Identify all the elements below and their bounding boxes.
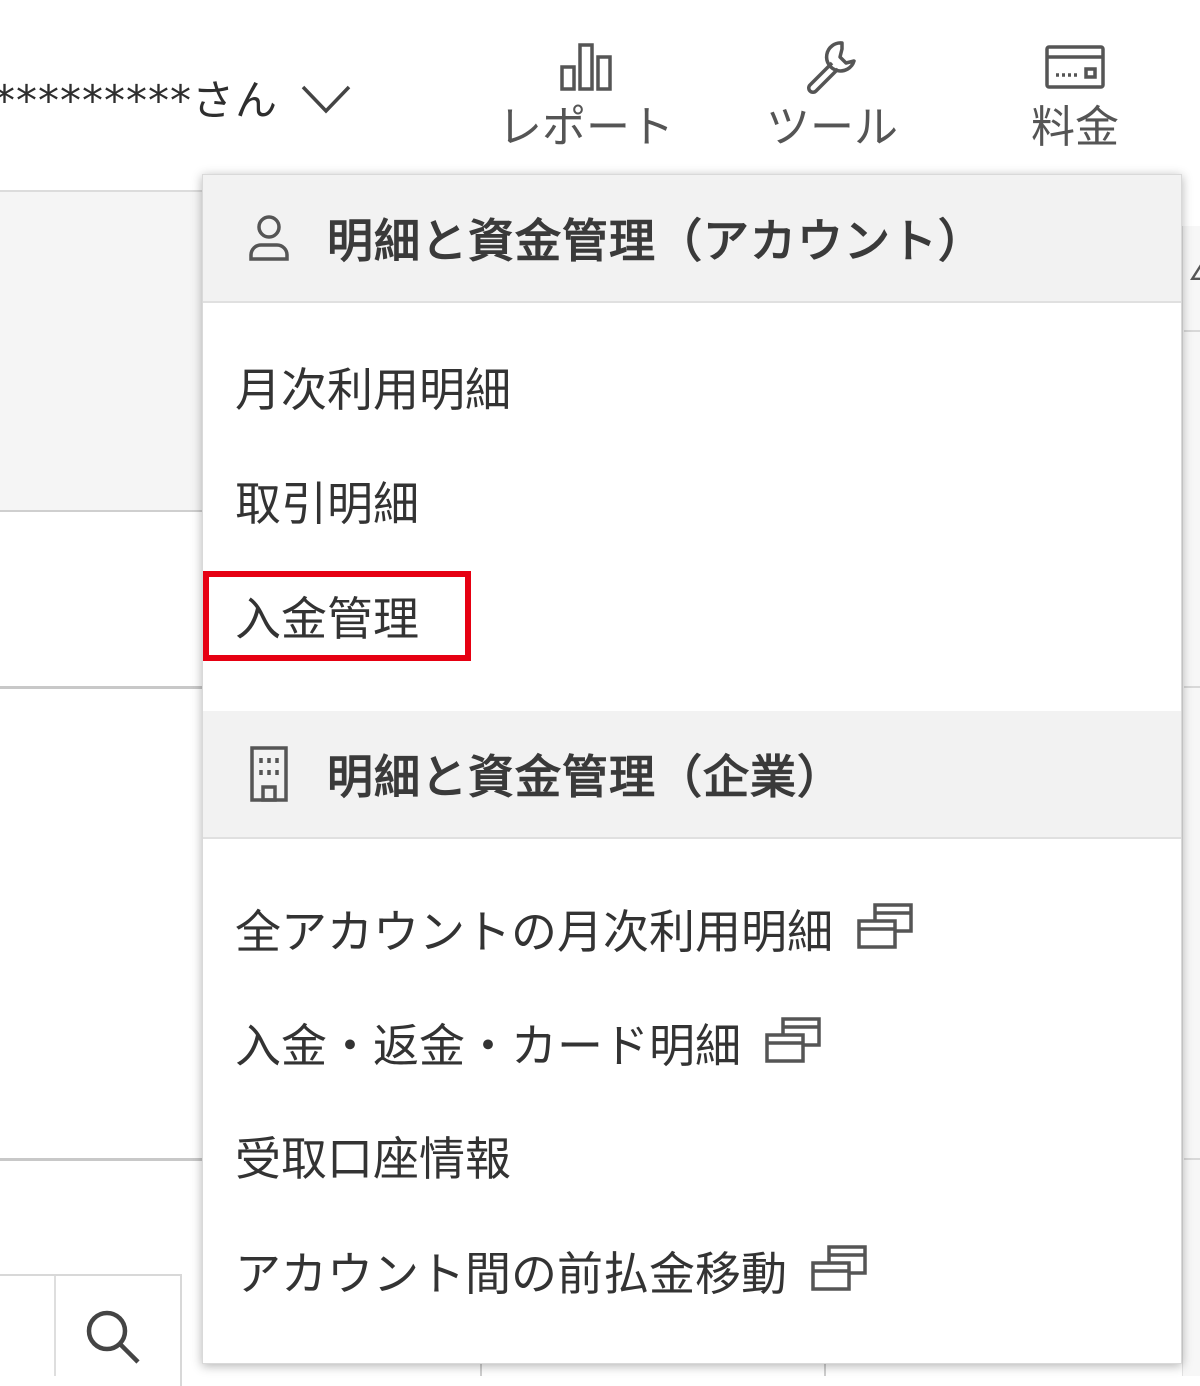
- wrench-icon: [732, 34, 932, 100]
- top-header: *********さん レポート ツール 料金: [0, 0, 1200, 186]
- background-divider: [1184, 1158, 1200, 1160]
- menu-item-label: 取引明細: [235, 477, 419, 531]
- search-icon[interactable]: [82, 1306, 144, 1372]
- section-header-account: 明細と資金管理（アカウント）: [203, 175, 1181, 303]
- background-divider: [1184, 686, 1200, 688]
- external-window-icon: [855, 901, 915, 964]
- background-divider: [1184, 330, 1200, 332]
- section-title-account: 明細と資金管理（アカウント）: [327, 214, 985, 268]
- section-title-company: 明細と資金管理（企業）: [327, 750, 844, 804]
- menu-item-label: 受取口座情報: [235, 1132, 511, 1186]
- menu-item-label: 入金・返金・カード明細: [235, 1019, 741, 1073]
- bar-chart-icon: [486, 34, 686, 100]
- nav-fees[interactable]: 料金: [990, 34, 1160, 156]
- menu-item-all-accounts-monthly[interactable]: 全アカウントの月次利用明細: [235, 889, 915, 969]
- background-edge-mark: ∠: [1188, 258, 1200, 286]
- background-panel: [0, 190, 205, 512]
- card-icon: [990, 34, 1160, 100]
- statements-dropdown-menu: 明細と資金管理（アカウント） 月次利用明細 取引明細 入金管理 明細と資金管理（…: [202, 174, 1182, 1364]
- chevron-down-icon: [300, 83, 352, 119]
- background-divider: [824, 1362, 826, 1376]
- menu-item-label: 全アカウントの月次利用明細: [235, 905, 833, 959]
- background-divider: [480, 1362, 482, 1376]
- nav-report[interactable]: レポート: [486, 34, 686, 156]
- menu-item-receiving-account[interactable]: 受取口座情報: [235, 1116, 511, 1196]
- background-divider: [0, 686, 205, 689]
- building-icon: [239, 745, 299, 803]
- highlight-box: [203, 571, 471, 661]
- nav-tools[interactable]: ツール: [732, 34, 932, 156]
- menu-item-transaction-statement[interactable]: 取引明細: [235, 461, 419, 541]
- nav-report-label: レポート: [498, 102, 674, 153]
- user-icon: [239, 213, 299, 263]
- menu-item-prepayment-transfer[interactable]: アカウント間の前払金移動: [235, 1231, 869, 1311]
- menu-item-label: 月次利用明細: [235, 363, 511, 417]
- menu-item-deposit-refund-card[interactable]: 入金・返金・カード明細: [235, 1003, 823, 1083]
- nav-fees-label: 料金: [1031, 102, 1119, 153]
- background-divider: [54, 1276, 56, 1376]
- nav-tools-label: ツール: [766, 102, 898, 153]
- user-name: *********さん: [0, 75, 279, 125]
- background-right-column: [1182, 226, 1200, 1376]
- menu-item-monthly-statement[interactable]: 月次利用明細: [235, 347, 511, 427]
- menu-item-label: アカウント間の前払金移動: [235, 1247, 787, 1301]
- section-header-company: 明細と資金管理（企業）: [203, 711, 1181, 839]
- external-window-icon: [809, 1243, 869, 1306]
- user-menu[interactable]: *********さん: [0, 62, 352, 132]
- background-divider: [0, 1158, 205, 1161]
- external-window-icon: [763, 1015, 823, 1078]
